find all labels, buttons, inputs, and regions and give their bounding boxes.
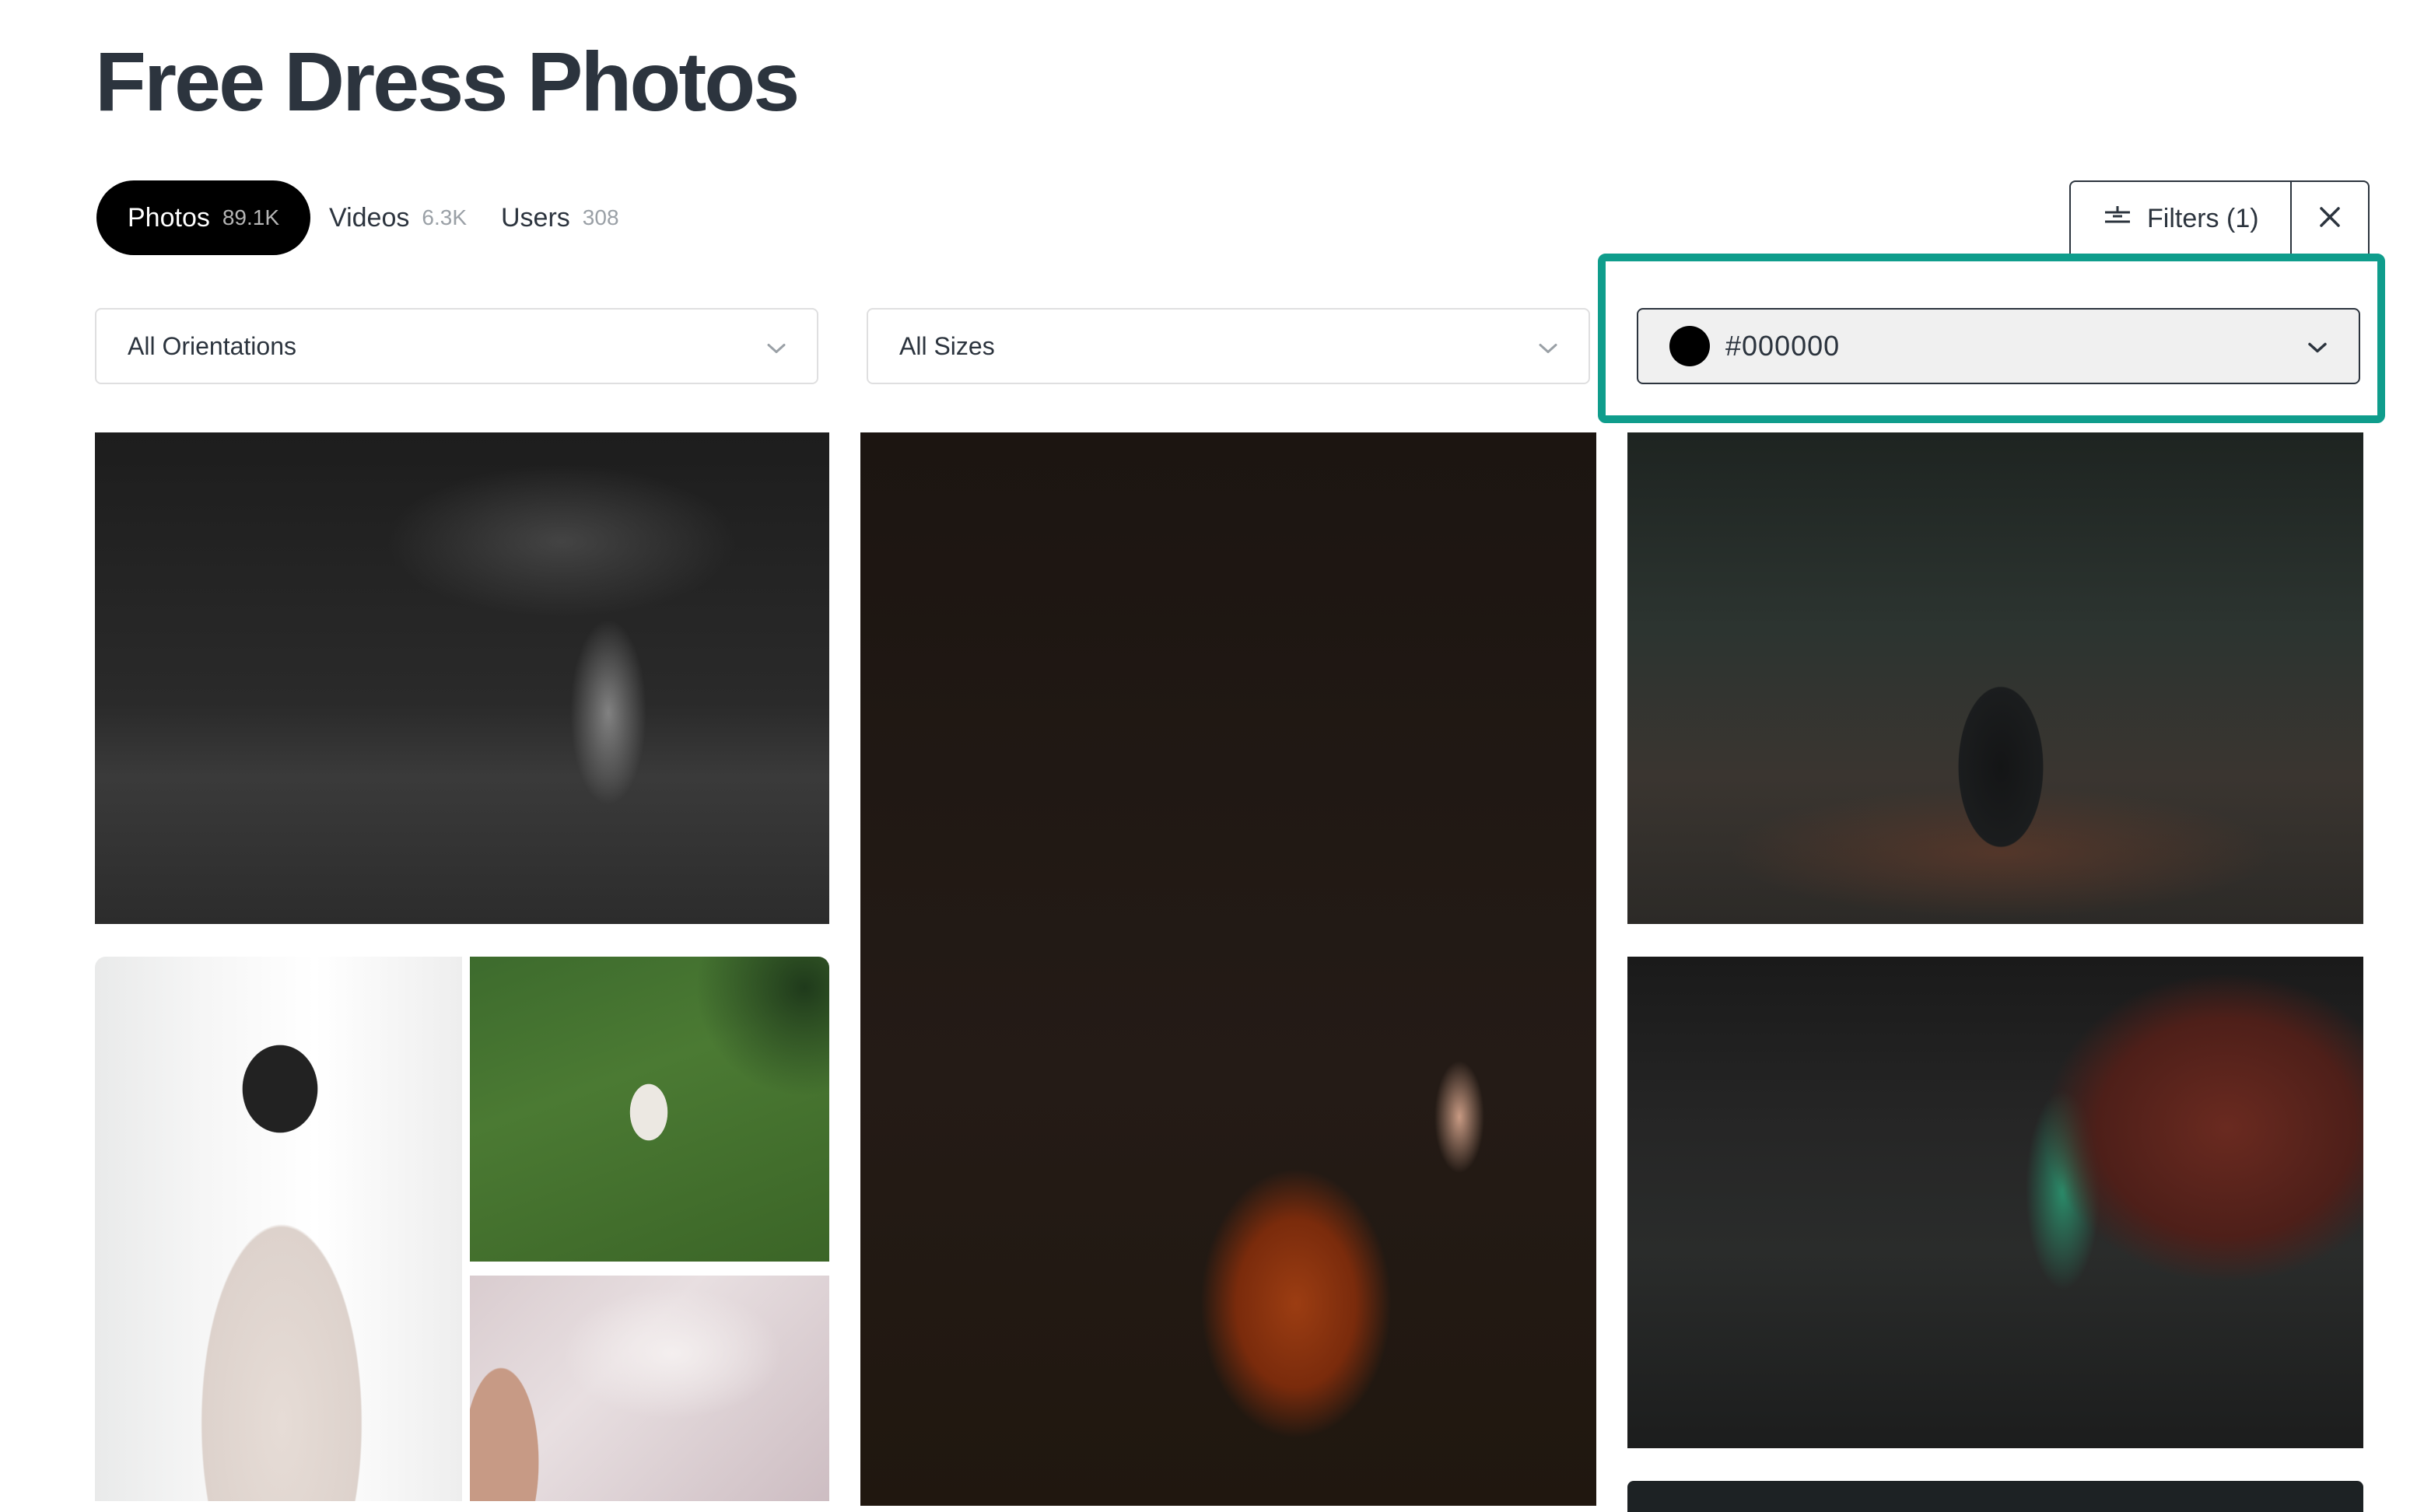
photo-bride-in-dark-forest[interactable]	[95, 432, 829, 924]
size-dropdown[interactable]: All Sizes	[867, 308, 1590, 384]
tab-photos[interactable]: Photos 89.1K	[96, 180, 311, 255]
page-title: Free Dress Photos	[95, 34, 800, 128]
photo-man-kneeling-flooded-tunnel[interactable]	[1627, 432, 2363, 924]
filters-toggle-group: Filters (1)	[2069, 180, 2370, 255]
tab-videos-count: 6.3K	[422, 205, 467, 229]
chevron-down-icon	[1539, 332, 1557, 361]
chevron-down-icon	[767, 332, 786, 361]
tab-videos-label: Videos	[329, 202, 410, 233]
tab-users-count: 308	[582, 205, 619, 229]
media-tabs: Photos 89.1K Videos 6.3K Users 308	[96, 180, 635, 255]
photo-bride-lace-back-window[interactable]	[95, 957, 462, 1501]
orientation-dropdown[interactable]: All Orientations	[95, 308, 818, 384]
clear-filters-button[interactable]	[2292, 182, 2368, 255]
tab-photos-count: 89.1K	[222, 205, 280, 229]
close-icon	[2318, 205, 2342, 233]
filters-button-label: Filters (1)	[2147, 203, 2259, 233]
orientation-dropdown-value: All Orientations	[128, 331, 296, 360]
tab-users-label: Users	[501, 202, 570, 233]
photo-lace-pearl-detail[interactable]	[470, 1276, 829, 1501]
photo-woman-lying-on-grass-aerial[interactable]	[470, 957, 829, 1262]
photo-dancer-green-dress-brick-room[interactable]	[1627, 957, 2363, 1448]
color-filter-highlight	[1598, 254, 2385, 423]
photo-redhead-woman-dark-room[interactable]	[860, 432, 1596, 1506]
size-dropdown-value: All Sizes	[899, 331, 995, 360]
photo-partial-next[interactable]	[1627, 1481, 2363, 1512]
tab-videos[interactable]: Videos 6.3K	[314, 180, 482, 255]
tab-users[interactable]: Users 308	[485, 180, 635, 255]
sliders-icon	[2102, 203, 2133, 235]
tab-photos-label: Photos	[128, 202, 210, 233]
filters-button[interactable]: Filters (1)	[2071, 182, 2292, 255]
